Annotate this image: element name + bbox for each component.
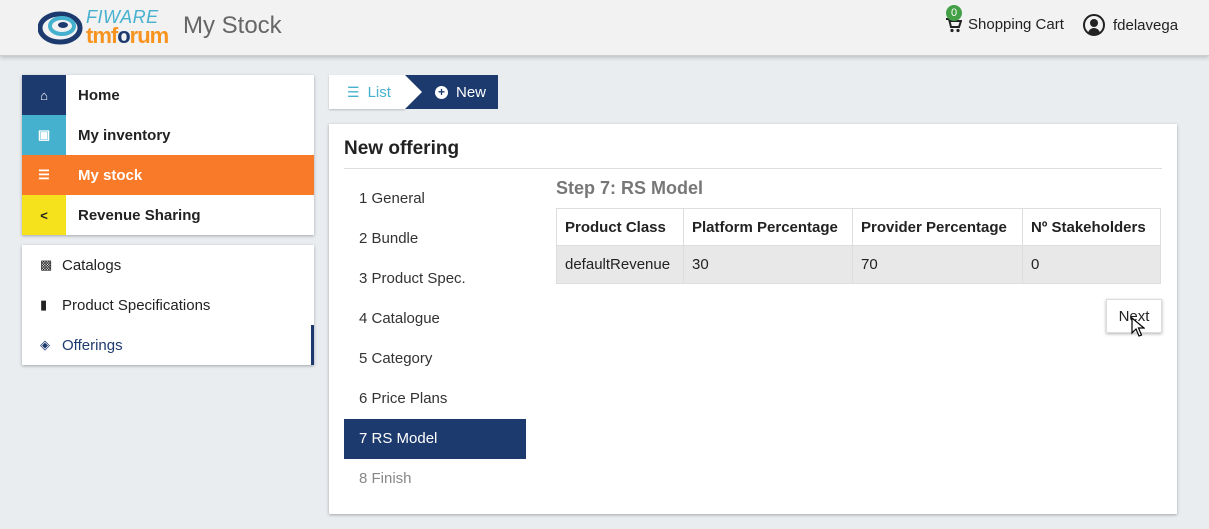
table-row[interactable]: defaultRevenue 30 70 0: [556, 245, 1161, 284]
share-icon: <: [22, 195, 66, 235]
step-general[interactable]: 1 General: [344, 179, 526, 219]
step-finish: 8 Finish: [359, 470, 412, 487]
panel-title: New offering: [344, 138, 460, 159]
breadcrumb: ☰ List + New: [329, 75, 498, 109]
rs-model-table: Product Class Platform Percentage Provid…: [556, 208, 1161, 284]
subnav-item-label: Offerings: [62, 336, 123, 354]
step-category[interactable]: 5 Category: [344, 339, 526, 379]
column-header: Provider Percentage: [852, 208, 1023, 246]
nav-item-label: My inventory: [78, 126, 171, 144]
archive-icon: ▣: [22, 115, 66, 155]
cart-count-badge: 0: [946, 5, 962, 21]
nav-item-label: My stock: [78, 166, 143, 184]
step-catalogue[interactable]: 4 Catalogue: [344, 299, 526, 339]
subnav-item-product-specifications[interactable]: ▮ Product Specifications: [22, 285, 314, 325]
column-header: Nº Stakeholders: [1022, 208, 1161, 246]
book-icon: ▩: [40, 257, 53, 272]
sub-nav: ▩ Catalogs ▮ Product Specifications ◈ Of…: [22, 245, 314, 365]
subnav-item-offerings[interactable]: ◈ Offerings: [22, 325, 314, 365]
shopping-cart-link[interactable]: Shopping Cart: [946, 16, 1064, 33]
list-icon: ☰: [347, 83, 360, 100]
username-label: fdelavega: [1113, 16, 1179, 34]
table-header-row: Product Class Platform Percentage Provid…: [556, 208, 1161, 246]
step-title: Step 7: RS Model: [556, 178, 704, 198]
breadcrumb-list-label: List: [367, 83, 391, 101]
shopping-cart-label: Shopping Cart: [968, 16, 1064, 33]
file-icon: ▮: [40, 297, 48, 312]
nav-item-my-stock[interactable]: ☰ My stock: [22, 155, 314, 195]
cube-icon: ◈: [40, 337, 50, 352]
main-nav: ⌂ Home ▣ My inventory ☰ My stock < Reven…: [22, 75, 314, 235]
subnav-item-label: Catalogs: [62, 256, 122, 274]
step-bundle[interactable]: 2 Bundle: [344, 219, 526, 259]
breadcrumb-new-current: + New: [405, 75, 498, 109]
home-icon: ⌂: [22, 75, 66, 115]
step-product-spec[interactable]: 3 Product Spec.: [344, 259, 526, 299]
nav-item-revenue-sharing[interactable]: < Revenue Sharing: [22, 195, 314, 235]
column-header: Product Class: [556, 208, 684, 246]
subnav-item-catalogs[interactable]: ▩ Catalogs: [22, 245, 314, 285]
table-cell: 0: [1022, 245, 1161, 284]
table-cell: 70: [852, 245, 1023, 284]
logo-tmforum-text: tmforum: [86, 23, 169, 48]
breadcrumb-new-label: New: [456, 83, 487, 101]
table-cell: defaultRevenue: [556, 245, 684, 284]
swirl-logo-icon: [37, 11, 83, 45]
breadcrumb-list-link[interactable]: ☰ List: [329, 75, 405, 109]
subnav-item-label: Product Specifications: [62, 296, 211, 314]
mouse-cursor-icon: [1131, 317, 1145, 337]
nav-item-label: Home: [78, 86, 120, 104]
plus-circle-icon: +: [435, 85, 448, 99]
wizard-steps: 1 General 2 Bundle 3 Product Spec. 4 Cat…: [344, 179, 526, 499]
column-header: Platform Percentage: [683, 208, 853, 246]
user-avatar-icon: [1083, 14, 1105, 36]
fiware-tmforum-logo[interactable]: FIWARE tmforum: [37, 6, 174, 48]
nav-item-my-inventory[interactable]: ▣ My inventory: [22, 115, 314, 155]
step-price-plans[interactable]: 6 Price Plans: [344, 379, 526, 419]
user-menu[interactable]: fdelavega: [1083, 14, 1178, 36]
step-rs-model[interactable]: 7 RS Model: [344, 419, 526, 459]
database-icon: ☰: [22, 155, 66, 195]
top-header: FIWARE tmforum My Stock Shopping Cart 0 …: [0, 0, 1209, 56]
table-cell: 30: [683, 245, 853, 284]
divider: [344, 168, 1162, 169]
nav-item-label: Revenue Sharing: [78, 206, 201, 224]
app-title: My Stock: [183, 12, 282, 39]
nav-item-home[interactable]: ⌂ Home: [22, 75, 314, 115]
new-offering-panel: New offering 1 General 2 Bundle 3 Produc…: [329, 124, 1177, 514]
